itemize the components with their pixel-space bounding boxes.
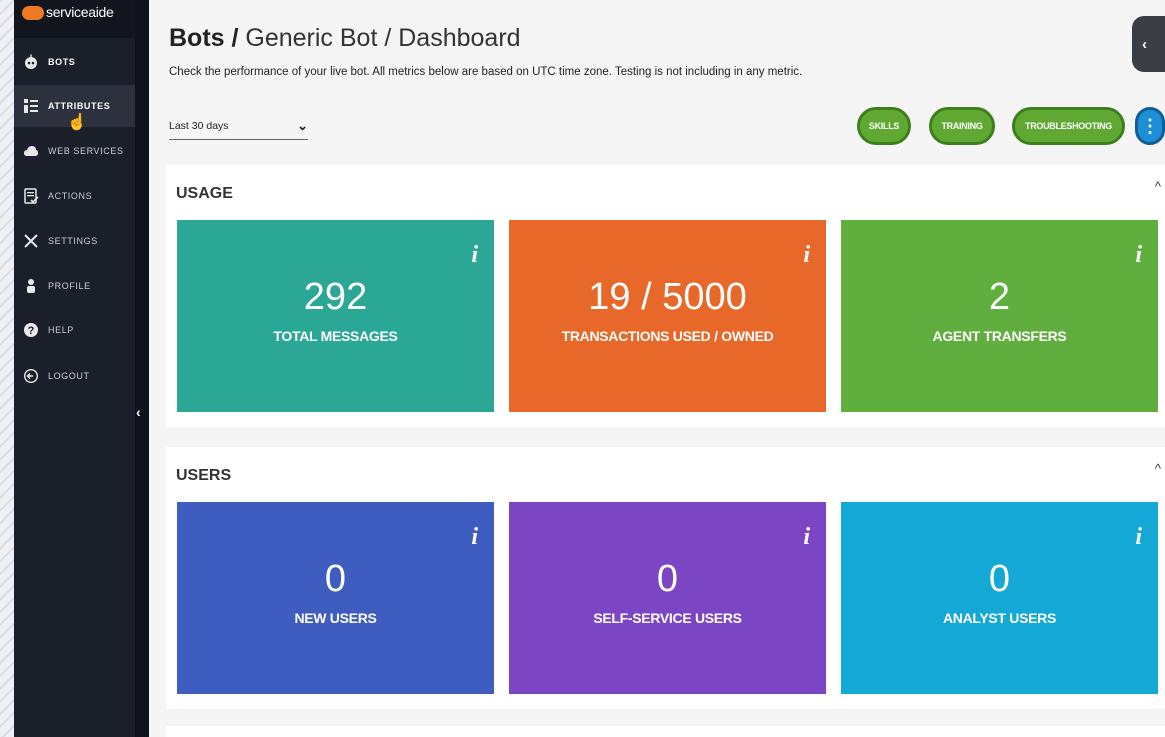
help-icon: ? xyxy=(22,321,40,339)
breadcrumb-root[interactable]: Bots / xyxy=(169,24,238,52)
chevron-down-icon: ⌄ xyxy=(297,117,308,133)
sidebar-item-actions[interactable]: ACTIONS xyxy=(14,175,135,217)
date-range-value: Last 30 days xyxy=(169,119,229,132)
page-title: Bots / Generic Bot / Dashboard xyxy=(169,24,521,53)
metric-label: AGENT TRANSFERS xyxy=(932,328,1067,344)
metric-value: 0 xyxy=(988,558,1011,600)
section-title: USAGE xyxy=(176,185,233,202)
main-content: Bots / Generic Bot / Dashboard Check the… xyxy=(149,0,1165,737)
sidebar-item-label: SETTINGS xyxy=(48,236,98,246)
metric-card-analyst-users: i 0 ANALYST USERS xyxy=(841,502,1158,694)
metric-value: 19 / 5000 xyxy=(588,276,747,318)
metric-card-self-service-users: i 0 SELF-SERVICE USERS xyxy=(509,502,826,694)
sidebar-item-help[interactable]: ? HELP xyxy=(14,309,135,351)
sidebar-collapse-icon[interactable]: ‹ xyxy=(136,404,141,420)
sidebar-item-logout[interactable]: LOGOUT xyxy=(14,355,135,397)
sidebar-item-label: WEB SERVICES xyxy=(48,146,124,156)
sidebar-item-web-services[interactable]: WEB SERVICES xyxy=(14,130,135,172)
metric-label: ANALYST USERS xyxy=(942,610,1057,626)
checklist-icon xyxy=(22,187,40,205)
metric-card-new-users: i 0 NEW USERS xyxy=(177,502,494,694)
users-panel: USERS ^ i 0 NEW USERS i 0 SELF-SERVICE U… xyxy=(166,447,1165,709)
info-icon[interactable]: i xyxy=(803,524,810,551)
brand-name: serviceaide xyxy=(46,4,114,20)
sidebar-item-label: HELP xyxy=(48,325,74,335)
skills-button[interactable]: SKILLS xyxy=(857,107,911,145)
more-options-button[interactable]: ⋮ xyxy=(1135,107,1165,145)
usage-panel: USAGE ^ i 292 TOTAL MESSAGES i 19 / 5000… xyxy=(166,165,1165,427)
metric-value: 0 xyxy=(656,558,679,600)
svg-text:?: ? xyxy=(28,325,35,337)
tools-icon xyxy=(22,232,40,250)
sidebar-item-label: ACTIONS xyxy=(48,191,93,201)
collapse-caret-icon[interactable]: ^ xyxy=(1155,179,1161,194)
date-range-select[interactable]: Last 30 days ⌄ xyxy=(169,112,308,140)
hand-cursor-icon: ☝ xyxy=(67,114,87,131)
sidebar-item-settings[interactable]: SETTINGS xyxy=(14,220,135,262)
back-button[interactable]: ‹ xyxy=(1132,16,1165,72)
background-pattern xyxy=(0,0,14,737)
section-title: USERS xyxy=(176,467,232,484)
sidebar-item-label: ATTRIBUTES xyxy=(48,101,111,111)
metric-card-total-messages: i 292 TOTAL MESSAGES xyxy=(177,220,494,412)
sidebar-rail: ‹ xyxy=(135,0,149,737)
sidebar-item-label: PROFILE xyxy=(48,281,91,291)
training-button[interactable]: TRAINING xyxy=(929,107,995,145)
info-icon[interactable]: i xyxy=(803,242,810,269)
sidebar: serviceaide BOTS ATTRIBUTES ☝ WEB SERVIC… xyxy=(14,0,135,737)
metric-value: 0 xyxy=(324,558,347,600)
info-icon[interactable]: i xyxy=(471,242,478,269)
metric-value: 2 xyxy=(988,276,1011,318)
sidebar-item-label: BOTS xyxy=(48,57,76,67)
metric-card-agent-transfers: i 2 AGENT TRANSFERS xyxy=(841,220,1158,412)
metric-label: NEW USERS xyxy=(294,610,377,626)
collapse-caret-icon[interactable]: ^ xyxy=(1155,461,1161,476)
user-icon xyxy=(22,277,40,295)
chat-bubble-icon xyxy=(22,6,44,20)
attributes-icon xyxy=(22,97,40,115)
metric-label: SELF-SERVICE USERS xyxy=(593,610,742,626)
chevron-left-icon: ‹ xyxy=(1142,35,1147,53)
info-icon[interactable]: i xyxy=(1135,242,1142,269)
metric-label: TRANSACTIONS USED / OWNED xyxy=(561,328,774,344)
metric-value: 292 xyxy=(303,276,368,318)
logout-icon xyxy=(22,367,40,385)
info-icon[interactable]: i xyxy=(471,524,478,551)
sidebar-item-profile[interactable]: PROFILE xyxy=(14,265,135,307)
sidebar-item-bots[interactable]: BOTS xyxy=(14,41,135,83)
info-icon[interactable]: i xyxy=(1135,524,1142,551)
breadcrumb-path: Generic Bot / Dashboard xyxy=(238,24,521,52)
kebab-menu-icon: ⋮ xyxy=(1141,115,1159,136)
bot-icon xyxy=(22,53,40,71)
troubleshooting-button[interactable]: TROUBLESHOOTING xyxy=(1012,107,1125,145)
metric-label: TOTAL MESSAGES xyxy=(273,328,398,344)
page-subtitle: Check the performance of your live bot. … xyxy=(169,66,803,78)
cloud-icon xyxy=(22,142,40,160)
sidebar-item-label: LOGOUT xyxy=(48,371,90,381)
brand-logo[interactable]: serviceaide xyxy=(14,0,135,38)
next-panel xyxy=(166,726,1165,737)
metric-card-transactions: i 19 / 5000 TRANSACTIONS USED / OWNED xyxy=(509,220,826,412)
